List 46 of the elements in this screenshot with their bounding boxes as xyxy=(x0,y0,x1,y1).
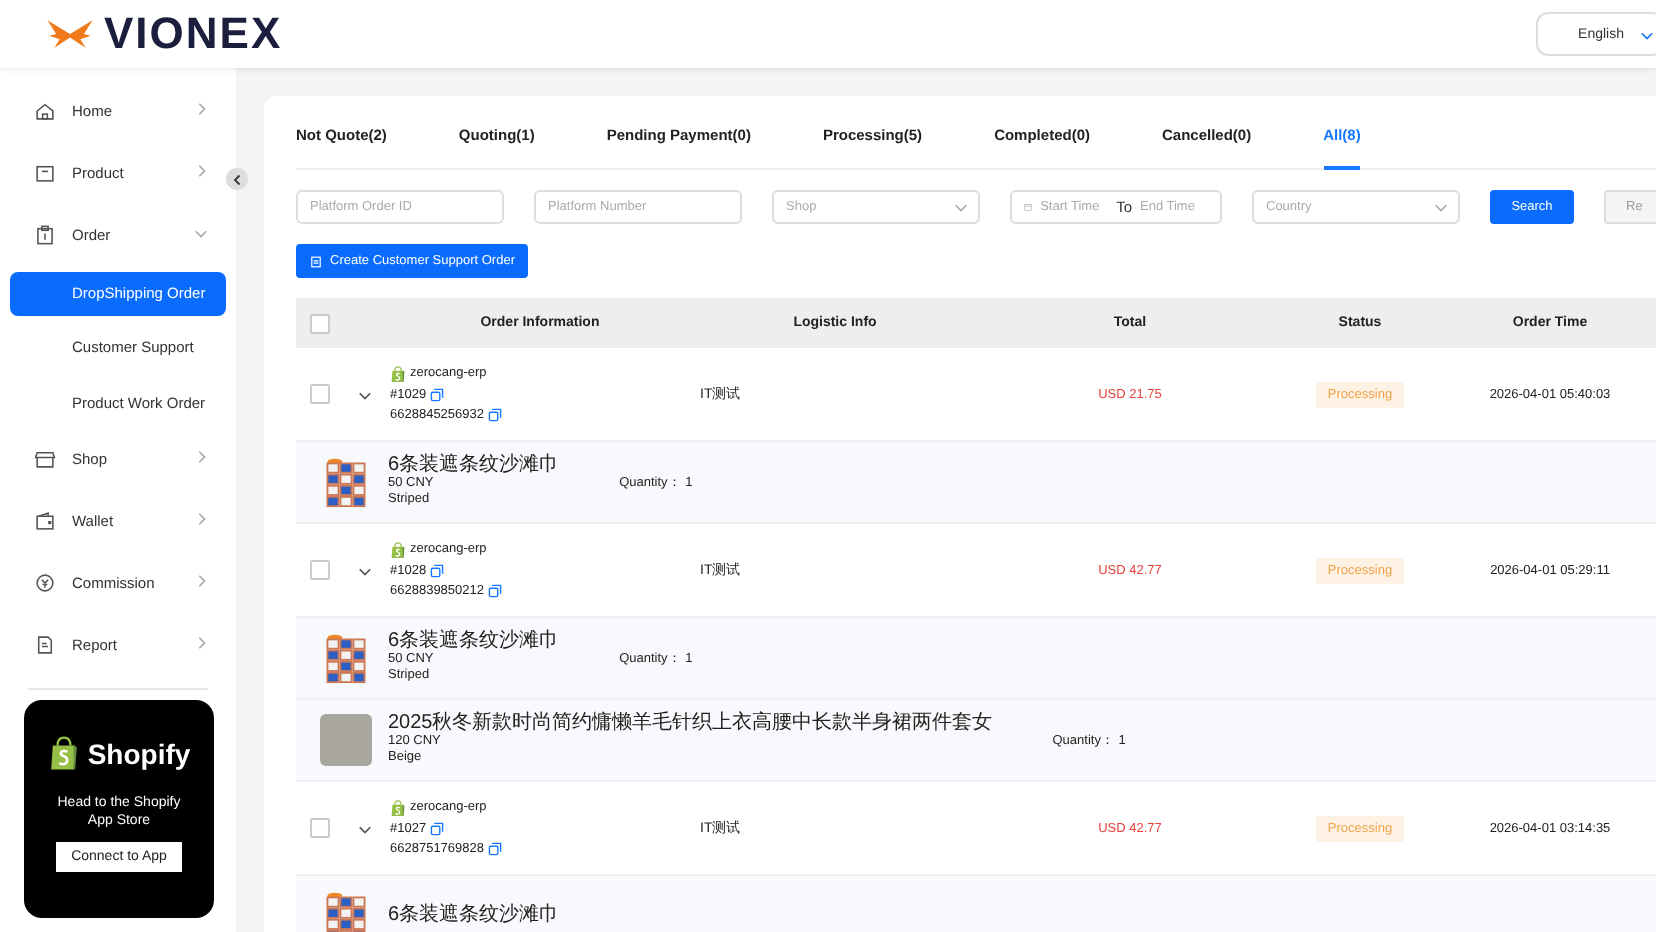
report-icon xyxy=(34,634,56,656)
copy-icon[interactable] xyxy=(488,584,502,599)
clipboard-icon xyxy=(34,224,56,246)
product-name: 6条装遮条纹沙滩巾 xyxy=(388,456,560,477)
home-icon xyxy=(34,100,56,122)
product-name: 6条装遮条纹沙滩巾 xyxy=(388,632,560,653)
wallet-icon xyxy=(34,510,56,532)
chevron-down-icon xyxy=(954,200,968,214)
row-checkbox[interactable] xyxy=(310,818,330,838)
copy-icon[interactable] xyxy=(430,564,445,579)
chevron-down-icon xyxy=(1640,27,1654,41)
select-all-checkbox[interactable] xyxy=(310,313,330,333)
row-checkbox[interactable] xyxy=(310,560,330,580)
chevron-right-icon xyxy=(194,512,208,526)
shopping-bag-icon xyxy=(390,365,406,383)
copy-icon[interactable] xyxy=(430,822,445,837)
wings-logo-icon xyxy=(44,16,96,52)
coin-icon xyxy=(34,572,56,594)
collapse-button[interactable] xyxy=(226,168,248,190)
chevron-down-icon xyxy=(358,387,372,401)
calendar-icon xyxy=(1024,200,1033,214)
row-checkbox[interactable] xyxy=(310,384,330,404)
chevron-down-icon xyxy=(1434,200,1448,214)
shopping-bag-icon xyxy=(390,799,406,817)
chevron-right-icon xyxy=(194,574,208,588)
document-icon xyxy=(310,255,322,267)
chevron-left-icon xyxy=(231,173,243,185)
brand-logo-text: VIONEX xyxy=(104,8,283,60)
chevron-right-icon xyxy=(194,102,208,116)
product-name: 2025秋冬新款时尚简约慵懒羊毛针织上衣高腰中长款半身裙两件套女 xyxy=(388,714,993,735)
photo-placeholder xyxy=(320,714,372,766)
box-icon xyxy=(34,162,56,184)
chevron-down-icon xyxy=(358,563,372,577)
product-name: 6条装遮条纹沙滩巾 xyxy=(388,906,560,926)
shopping-bag-logo-icon xyxy=(47,736,80,772)
chevron-down-icon xyxy=(194,226,208,240)
copy-icon[interactable] xyxy=(488,842,502,857)
copy-icon[interactable] xyxy=(430,388,445,403)
shopping-bag-icon xyxy=(390,541,406,559)
copy-icon[interactable] xyxy=(488,408,502,423)
store-icon xyxy=(34,448,56,470)
brand-name: Shopify xyxy=(87,737,191,770)
chevron-right-icon xyxy=(194,164,208,178)
chevron-right-icon xyxy=(194,636,208,650)
chevron-down-icon xyxy=(358,821,372,835)
chevron-right-icon xyxy=(194,450,208,464)
